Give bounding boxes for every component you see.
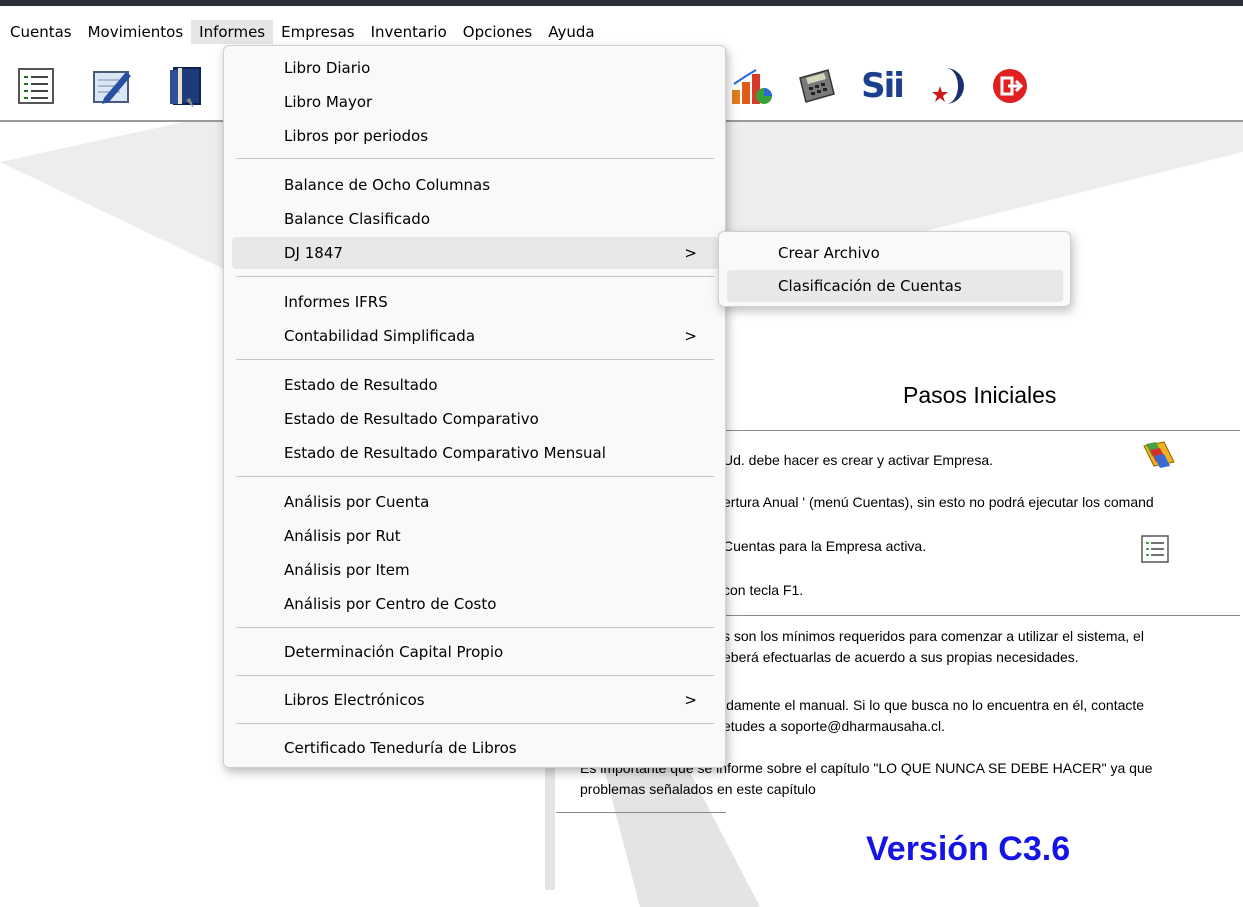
sii-label: Sii [861,66,905,106]
menu-movimientos[interactable]: Movimientos [80,20,192,44]
pasos-line-4: con tecla F1. [723,582,804,598]
book-icon[interactable] [160,62,208,110]
exit-icon[interactable] [986,62,1034,110]
menu-inventario[interactable]: Inventario [363,20,455,44]
menu-item-estado-resultado[interactable]: Estado de Resultado [232,369,719,401]
pasos-line-8: etudes a soporte@dharmausaha.cl. [723,718,946,734]
menu-item-libro-mayor[interactable]: Libro Mayor [232,86,719,118]
menu-item-label: Análisis por Centro de Costo [284,595,497,613]
chart-icon[interactable] [728,62,776,110]
pasos-line-6: eberá efectuarlas de acuerdo a sus propi… [723,649,1079,665]
menu-item-label: Libro Diario [284,59,371,77]
menu-opciones[interactable]: Opciones [455,20,540,44]
menu-separator [236,675,714,676]
menu-item-label: Análisis por Item [284,561,410,579]
menu-item-label: Estado de Resultado [284,376,438,394]
menu-item-balance-ocho[interactable]: Balance de Ocho Columnas [232,169,719,201]
menu-separator [236,476,714,477]
pasos-line-3: Cuentas para la Empresa activa. [723,538,927,554]
menu-item-label: Certificado Teneduría de Libros [284,739,517,757]
crayons-icon[interactable] [1140,440,1180,478]
menu-item-label: Libro Mayor [284,93,373,111]
menu-cuentas[interactable]: Cuentas [0,20,80,44]
menu-item-certificado-teneduria[interactable]: Certificado Teneduría de Libros [232,732,719,764]
menu-item-capital-propio[interactable]: Determinación Capital Propio [232,636,719,668]
informes-dropdown: Libro Diario Libro Mayor Libros por peri… [223,45,726,768]
menu-item-label: DJ 1847 [284,244,343,262]
menu-item-label: Libros por periodos [284,127,429,145]
pasos-line-1: Ud. debe hacer es crear y activar Empres… [723,452,994,468]
menu-item-libro-diario[interactable]: Libro Diario [232,52,719,84]
pasos-title: Pasos Iniciales [903,382,1057,408]
menu-item-analisis-centro-costo[interactable]: Análisis por Centro de Costo [232,588,719,620]
cuentas-list-icon[interactable] [1140,534,1170,568]
menu-item-label: Estado de Resultado Comparativo Mensual [284,444,606,462]
submenu-item-crear-archivo[interactable]: Crear Archivo [727,237,1063,269]
menu-separator [236,723,714,724]
menu-item-label: Análisis por Cuenta [284,493,430,511]
divider [720,615,1240,616]
submenu-item-label: Crear Archivo [778,244,880,262]
chile-moon-icon[interactable] [924,62,972,110]
menu-item-estado-resultado-mensual[interactable]: Estado de Resultado Comparativo Mensual [232,437,719,469]
menu-item-analisis-item[interactable]: Análisis por Item [232,554,719,586]
pasos-line-7: idamente el manual. Si lo que busca no l… [723,697,1145,713]
menu-item-libros-electronicos[interactable]: Libros Electrónicos > [232,684,719,716]
menu-ayuda[interactable]: Ayuda [540,20,602,44]
submenu-item-label: Clasificación de Cuentas [778,277,962,295]
dj1847-submenu: Crear Archivo Clasificación de Cuentas [718,231,1071,307]
menu-separator [236,359,714,360]
menu-item-label: Libros Electrónicos [284,691,425,709]
divider [556,812,726,813]
menu-separator [236,627,714,628]
menu-item-dj1847[interactable]: DJ 1847 > [232,237,719,269]
list-icon[interactable] [12,62,60,110]
menu-item-informes-ifrs[interactable]: Informes IFRS [232,286,719,318]
submenu-item-clasificacion-cuentas[interactable]: Clasificación de Cuentas [727,270,1063,302]
pasos-line-10: problemas señalados en este capítulo [580,781,816,797]
chevron-right-icon: > [684,244,697,262]
menu-item-analisis-rut[interactable]: Análisis por Rut [232,520,719,552]
sii-icon[interactable]: Sii [858,62,906,110]
menu-separator [236,276,714,277]
menu-item-analisis-cuenta[interactable]: Análisis por Cuenta [232,486,719,518]
window-top-edge [0,0,1243,6]
version-label: Versión C3.6 [866,830,1071,868]
menu-item-label: Balance de Ocho Columnas [284,176,491,194]
menu-item-estado-resultado-comparativo[interactable]: Estado de Resultado Comparativo [232,403,719,435]
pasos-line-5: s son los mínimos requeridos para comenz… [723,628,1144,644]
menu-item-label: Balance Clasificado [284,210,430,228]
chevron-right-icon: > [684,691,697,709]
menu-item-label: Determinación Capital Propio [284,643,504,661]
menu-item-label: Análisis por Rut [284,527,401,545]
menu-empresas[interactable]: Empresas [273,20,363,44]
menu-item-label: Contabilidad Simplificada [284,327,476,345]
menu-informes[interactable]: Informes [191,20,274,44]
menu-item-label: Estado de Resultado Comparativo [284,410,539,428]
edit-icon[interactable] [88,62,136,110]
pasos-line-2: ertura Anual ' (menú Cuentas), sin esto … [723,494,1154,510]
menu-item-libros-periodos[interactable]: Libros por periodos [232,120,719,152]
menu-item-label: Informes IFRS [284,293,388,311]
divider [720,430,1240,431]
menu-item-contabilidad-simplificada[interactable]: Contabilidad Simplificada > [232,320,719,352]
chevron-right-icon: > [684,327,697,345]
calculator-icon[interactable] [792,62,840,110]
menu-item-balance-clasificado[interactable]: Balance Clasificado [232,203,719,235]
menu-separator [236,158,714,159]
